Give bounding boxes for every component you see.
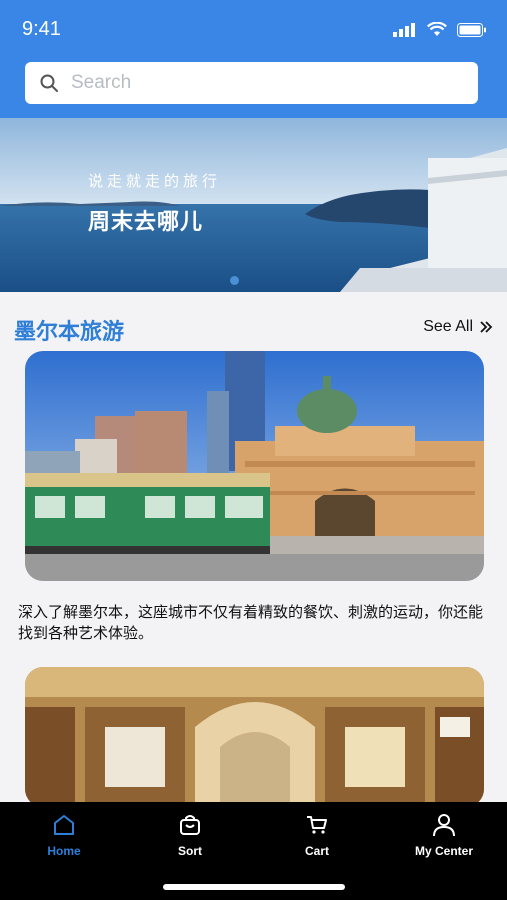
melbourne-tram-station-photo (25, 351, 484, 581)
status-icons (393, 22, 487, 37)
battery-icon (457, 22, 486, 37)
banner-seascape-image (0, 118, 507, 292)
search-placeholder: Search (71, 72, 132, 93)
tab-cart[interactable]: Cart (262, 812, 372, 858)
signal-icon (393, 22, 415, 37)
see-all-link[interactable]: See All (423, 318, 493, 336)
tab-my-center-label: My Center (414, 844, 473, 858)
destination-description: 深入了解墨尔本，这座城市不仅有着精致的餐饮、刺激的运动，你还能找到各种艺术体验。 (18, 603, 484, 642)
search-input[interactable]: Search (25, 62, 478, 104)
home-indicator (163, 884, 345, 890)
tab-sort[interactable]: Sort (135, 812, 245, 858)
carousel-indicator-dot[interactable] (230, 276, 239, 285)
cart-icon (307, 816, 327, 834)
status-time: 9:41 (22, 18, 61, 40)
banner-carousel[interactable]: 说走就走的旅行 周末去哪儿 (0, 118, 507, 292)
banner-subtitle: 说走就走的旅行 (88, 172, 222, 190)
header: 9:41 Search (0, 0, 507, 118)
bag-icon (180, 815, 200, 835)
tab-my-center[interactable]: My Center (389, 812, 499, 858)
shopping-arcade-photo (25, 667, 484, 807)
home-icon (54, 815, 74, 835)
section-title: 墨尔本旅游 (14, 320, 125, 345)
tab-cart-label: Cart (304, 844, 329, 858)
double-chevron-right-icon (480, 321, 493, 333)
destination-card-image[interactable] (25, 351, 484, 581)
status-bar: 9:41 (0, 0, 507, 60)
search-icon (40, 74, 58, 92)
tab-home[interactable]: Home (9, 812, 119, 858)
wifi-icon (427, 22, 447, 36)
see-all-label: See All (423, 318, 473, 335)
user-icon (433, 814, 455, 837)
banner-title: 周末去哪儿 (88, 210, 204, 235)
destination-card-image-2[interactable] (25, 667, 484, 807)
tab-home-label: Home (47, 844, 81, 858)
tab-sort-label: Sort (178, 844, 202, 858)
